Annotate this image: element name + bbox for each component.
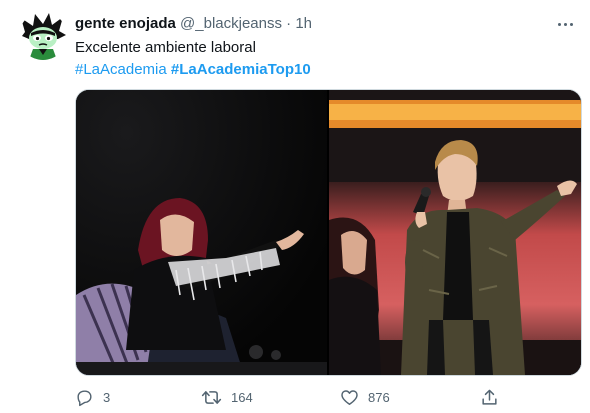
author-handle[interactable]: @_blackjeanss (180, 15, 282, 32)
share-button[interactable] (480, 386, 499, 408)
like-button[interactable]: 876 (340, 386, 390, 408)
photo-performer[interactable] (329, 90, 581, 375)
hashtag-la-academia-top10[interactable]: #LaAcademiaTop10 (171, 61, 311, 78)
avatar-image (19, 12, 67, 60)
share-icon (482, 389, 497, 405)
judge-photo (76, 90, 327, 375)
hashtag-list: #LaAcademia #LaAcademiaTop10 (75, 60, 311, 80)
author-display-name[interactable]: gente enojada (75, 15, 176, 32)
avatar[interactable] (19, 12, 67, 60)
tweet-header: gente enojada @_blackjeanss · 1h (75, 14, 574, 36)
tweet-actions: 3 164 876 (75, 386, 515, 408)
reply-icon (77, 389, 92, 406)
separator-dot: · (286, 15, 292, 32)
reply-count: 3 (103, 389, 111, 405)
tweet[interactable]: gente enojada @_blackjeanss · 1h Excelen… (0, 0, 590, 413)
retweet-icon (201, 390, 222, 404)
reply-button[interactable]: 3 (75, 386, 110, 408)
photo-judge[interactable] (76, 90, 327, 375)
retweet-button[interactable]: 164 (201, 386, 253, 408)
performer-photo (329, 90, 581, 375)
more-options-icon[interactable] (554, 14, 576, 34)
media-grid (75, 89, 582, 376)
hashtag-la-academia[interactable]: #LaAcademia (75, 61, 167, 78)
heart-icon (341, 389, 358, 405)
tweet-text: Excelente ambiente laboral (75, 39, 256, 56)
tweet-timestamp[interactable]: 1h (295, 15, 312, 32)
like-count: 876 (368, 389, 390, 405)
retweet-count: 164 (231, 389, 253, 405)
